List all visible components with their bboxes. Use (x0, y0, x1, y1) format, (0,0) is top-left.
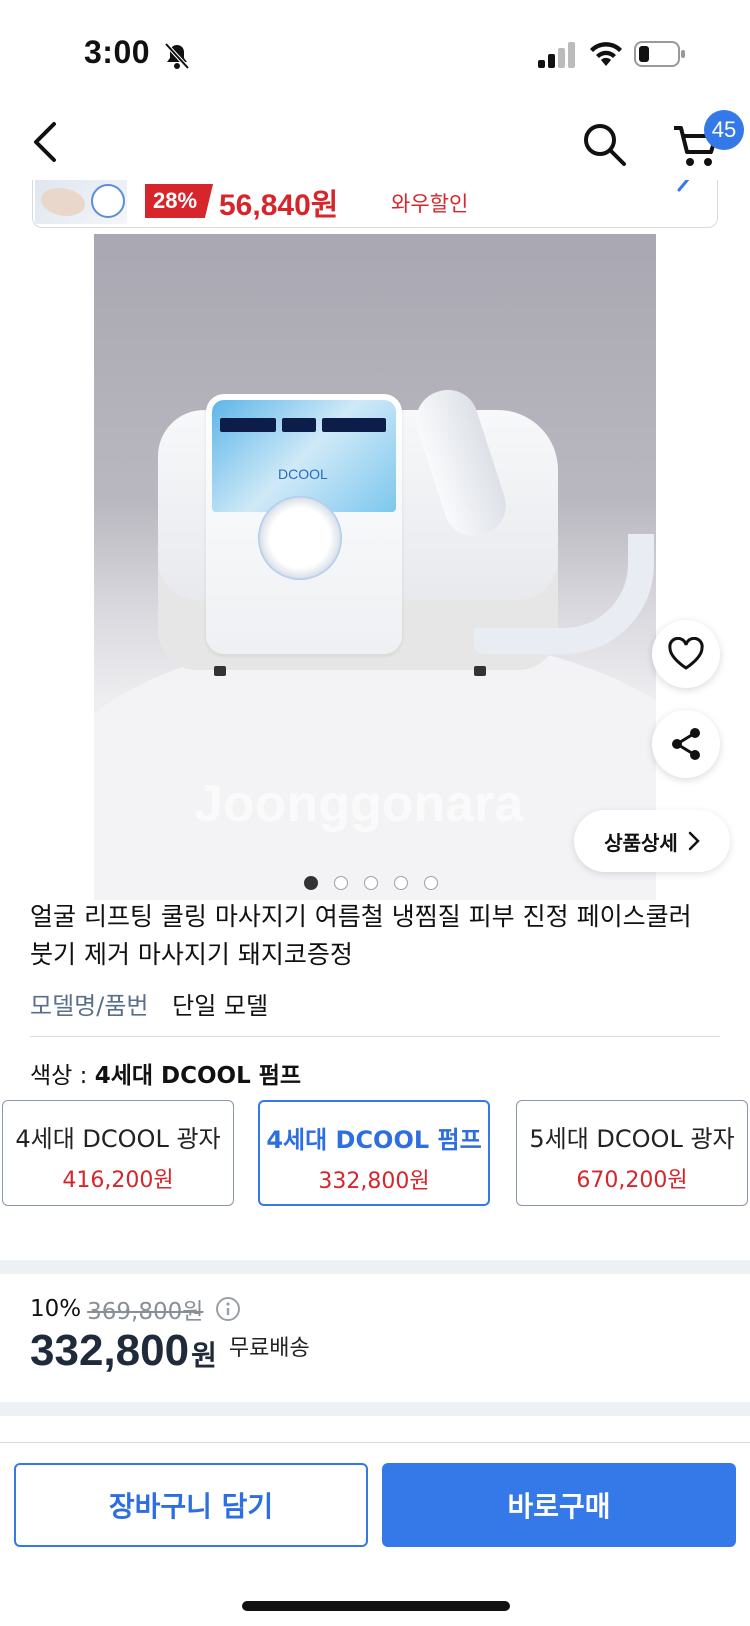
carousel-dots[interactable] (304, 876, 438, 890)
option-price: 670,200원 (576, 1168, 688, 1193)
model-label: 모델명/품번 (30, 992, 149, 1020)
add-to-cart-button[interactable]: 장바구니 담기 (14, 1463, 368, 1547)
option-card[interactable]: 4세대 DCOOL 광자 416,200원 (2, 1100, 234, 1206)
chevron-right-icon (688, 831, 700, 851)
option-price: 416,200원 (62, 1168, 174, 1193)
wifi-icon (590, 42, 622, 66)
product-detail-label: 상품상세 (604, 830, 678, 855)
heart-icon (668, 637, 704, 670)
back-arrow-icon[interactable] (30, 120, 62, 164)
option-name: 5세대 DCOOL 광자 (529, 1125, 735, 1153)
option-name: 4세대 DCOOL 광자 (15, 1125, 221, 1153)
home-indicator (242, 1601, 510, 1611)
option-list: 4세대 DCOOL 광자 416,200원 4세대 DCOOL 펌프 332,8… (2, 1100, 748, 1208)
carousel-dot[interactable] (394, 876, 408, 890)
model-row: 모델명/품번 단일 모델 (30, 986, 268, 1021)
product-image[interactable]: DCOOL Joonggonara (94, 234, 656, 900)
cart-count-badge[interactable]: 45 (704, 110, 744, 150)
option-price: 332,800원 (318, 1169, 430, 1194)
sticky-price-strip[interactable]: 28% 56,840원 와우할인 (32, 180, 718, 228)
battery-icon (634, 41, 685, 67)
wishlist-button[interactable] (652, 620, 720, 688)
sale-price: 332,800 (30, 1326, 190, 1375)
cellular-signal-icon (538, 42, 575, 68)
model-value: 단일 모델 (172, 992, 269, 1020)
carousel-dot[interactable] (334, 876, 348, 890)
divider (30, 1036, 720, 1037)
carousel-dot[interactable] (424, 876, 438, 890)
search-icon[interactable] (580, 120, 628, 168)
price-row: 332,800 원 무료배송 (30, 1326, 310, 1376)
strip-wow-label: 와우할인 (391, 192, 469, 216)
top-nav: 45 (0, 100, 750, 186)
share-button[interactable] (652, 710, 720, 778)
buy-now-button[interactable]: 바로구매 (382, 1463, 736, 1547)
product-title: 얼굴 리프팅 쿨링 마사지기 여름철 냉찜질 피부 진정 페이스쿨러 붓기 제거… (30, 902, 692, 969)
status-time: 3:00 (84, 34, 151, 70)
section-separator (0, 1402, 750, 1416)
strip-price: 56,840원 (219, 189, 339, 222)
device-brand: DCOOL (278, 466, 328, 482)
strip-discount-badge: 28% (145, 184, 214, 218)
section-separator (0, 1260, 750, 1274)
option-card[interactable]: 5세대 DCOOL 광자 670,200원 (516, 1100, 748, 1206)
carousel-dot[interactable] (364, 876, 378, 890)
bottom-action-bar: 장바구니 담기 바로구매 (0, 1442, 750, 1626)
status-bar: 3:00 (0, 0, 750, 100)
share-icon (672, 728, 700, 760)
device-display: DCOOL (212, 400, 396, 512)
option-name: 4세대 DCOOL 펌프 (266, 1126, 482, 1154)
product-detail-button[interactable]: 상품상세 (574, 810, 730, 872)
chevron-icon (677, 180, 690, 192)
color-label: 색상 : (30, 1063, 95, 1089)
carousel-dot[interactable] (304, 876, 318, 890)
watermark: Joonggonara (194, 775, 524, 833)
discount-rate: 10% (30, 1296, 82, 1322)
shipping-label: 무료배송 (228, 1336, 310, 1361)
original-price: 369,800원 (87, 1299, 204, 1325)
bell-off-icon (164, 42, 190, 70)
option-card-selected[interactable]: 4세대 DCOOL 펌프 332,800원 (258, 1100, 490, 1206)
color-value: 4세대 DCOOL 펌프 (94, 1063, 302, 1089)
strip-thumbnail (35, 180, 127, 224)
discount-row: 10% 369,800원 (30, 1292, 241, 1326)
info-icon[interactable] (215, 1296, 241, 1322)
color-row: 색상 : 4세대 DCOOL 펌프 (30, 1056, 301, 1090)
device-knob (258, 496, 342, 580)
price-unit: 원 (191, 1339, 217, 1372)
